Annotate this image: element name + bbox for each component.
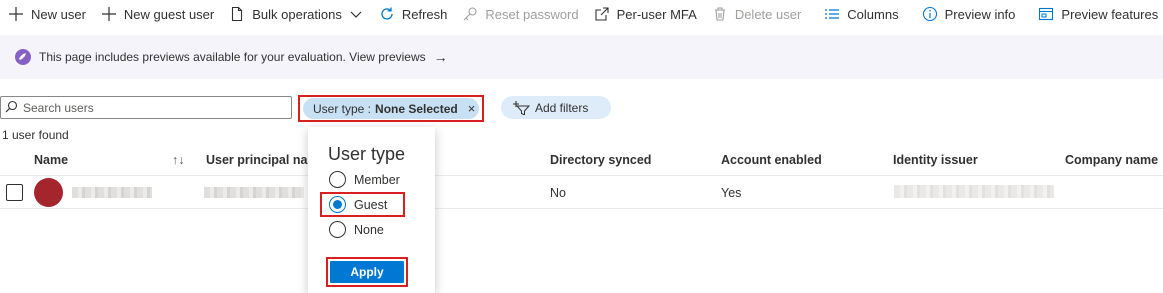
external-link-icon bbox=[594, 6, 610, 22]
close-icon[interactable]: × bbox=[468, 101, 476, 116]
table-header: Name ↑↓ User principal nar Directory syn… bbox=[0, 146, 1163, 176]
redacted-upn bbox=[204, 187, 304, 198]
dropdown-title: User type bbox=[328, 144, 406, 164]
plus-icon bbox=[8, 6, 24, 22]
option-member[interactable]: Member bbox=[329, 171, 400, 188]
banner-text[interactable]: This page includes previews available fo… bbox=[39, 50, 426, 64]
column-header-name[interactable]: Name bbox=[34, 153, 68, 167]
search-box bbox=[0, 96, 292, 119]
search-input[interactable] bbox=[23, 100, 273, 115]
rocket-icon bbox=[15, 49, 31, 65]
column-header-identity-issuer[interactable]: Identity issuer bbox=[893, 153, 978, 167]
option-none[interactable]: None bbox=[329, 221, 384, 238]
key-icon bbox=[462, 6, 478, 22]
redacted-name bbox=[72, 187, 152, 198]
radio-button[interactable] bbox=[329, 171, 346, 188]
columns-button[interactable]: Columns bbox=[816, 0, 905, 28]
add-filters-button[interactable]: Add filters bbox=[501, 96, 611, 119]
preview-info-button[interactable]: Preview info bbox=[914, 0, 1023, 28]
user-type-filter-pill[interactable]: User type : None Selected × bbox=[303, 98, 479, 119]
trash-icon bbox=[712, 6, 728, 22]
chevron-down-icon bbox=[348, 6, 364, 22]
bulk-operations-button[interactable]: Bulk operations bbox=[221, 0, 371, 28]
plus-icon bbox=[101, 6, 117, 22]
apply-button[interactable]: Apply bbox=[330, 261, 404, 283]
column-header-upn[interactable]: User principal nar bbox=[206, 153, 312, 167]
refresh-button[interactable]: Refresh bbox=[371, 0, 455, 28]
new-guest-user-button[interactable]: New guest user bbox=[93, 0, 221, 28]
delete-user-button[interactable]: Delete user bbox=[704, 0, 808, 28]
preview-banner: This page includes previews available fo… bbox=[0, 35, 1163, 79]
column-header-account-enabled[interactable]: Account enabled bbox=[721, 153, 822, 167]
column-header-directory-synced[interactable]: Directory synced bbox=[550, 153, 651, 167]
row-checkbox[interactable] bbox=[6, 184, 23, 201]
command-bar: New user New guest user Bulk operations … bbox=[0, 0, 1163, 28]
table-row[interactable]: No Yes bbox=[0, 176, 1163, 209]
document-icon bbox=[229, 6, 245, 22]
avatar bbox=[34, 178, 63, 207]
arrow-right-icon[interactable]: → bbox=[434, 49, 448, 65]
sort-icon[interactable]: ↑↓ bbox=[172, 153, 185, 167]
add-filter-icon bbox=[513, 100, 530, 115]
radio-button[interactable] bbox=[329, 221, 346, 238]
results-count: 1 user found bbox=[2, 128, 69, 142]
preview-features-icon bbox=[1038, 6, 1054, 22]
user-type-filter-highlight: User type : None Selected × bbox=[298, 95, 484, 122]
apply-button-highlight: Apply bbox=[326, 257, 408, 287]
directory-synced-value: No bbox=[550, 186, 566, 200]
reset-password-button[interactable]: Reset password bbox=[454, 0, 585, 28]
column-header-company-name[interactable]: Company name bbox=[1065, 153, 1158, 167]
preview-features-button[interactable]: Preview features bbox=[1030, 0, 1163, 28]
guest-option-highlight bbox=[320, 192, 405, 217]
search-icon bbox=[5, 100, 18, 116]
per-user-mfa-button[interactable]: Per-user MFA bbox=[586, 0, 704, 28]
info-icon bbox=[922, 6, 938, 22]
refresh-icon bbox=[379, 6, 395, 22]
columns-icon bbox=[824, 6, 840, 22]
filter-value: None Selected bbox=[375, 101, 458, 116]
new-user-button[interactable]: New user bbox=[0, 0, 93, 28]
account-enabled-value: Yes bbox=[721, 186, 742, 200]
redacted-identity-issuer bbox=[894, 185, 1054, 198]
filter-label: User type : bbox=[313, 101, 372, 116]
